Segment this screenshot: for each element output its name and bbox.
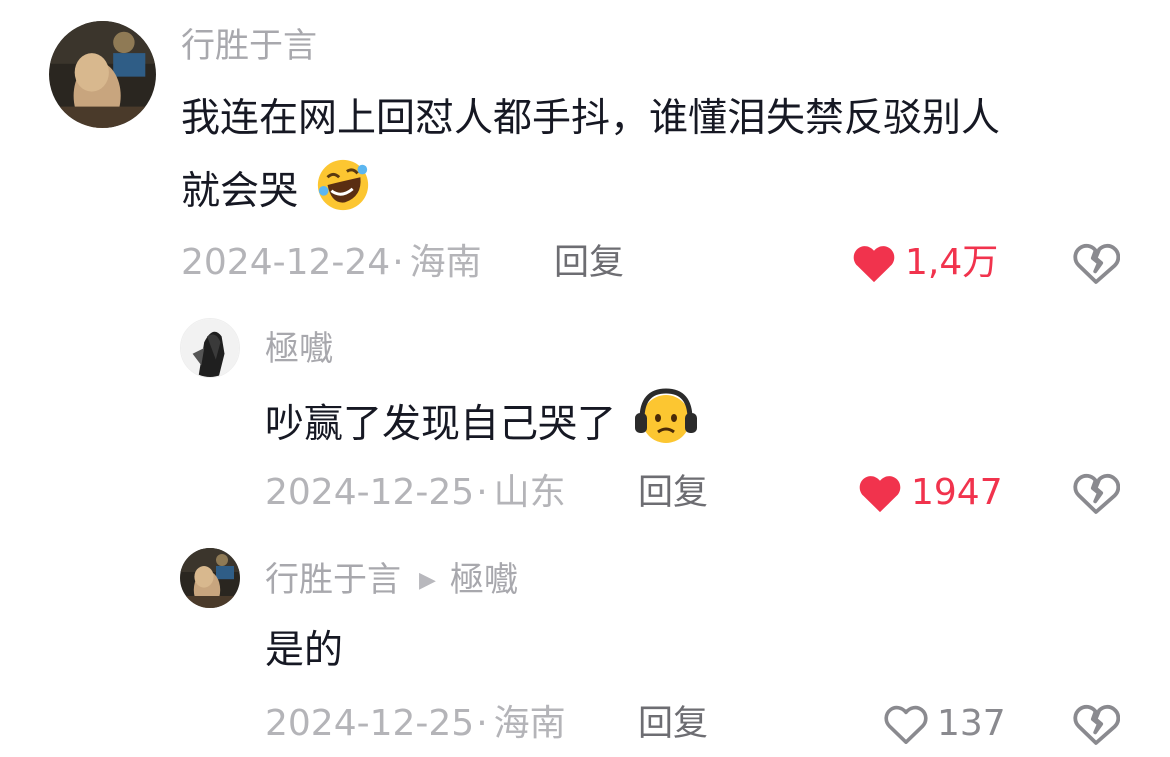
separator-dot: ·	[476, 472, 488, 513]
comment-meta: 2024-12-25· 海南	[265, 702, 566, 746]
comment-meta: 2024-12-24· 海南	[181, 241, 482, 285]
comment-location: 海南	[409, 242, 482, 283]
separator-dot: ·	[392, 242, 404, 283]
separator-dot: ·	[476, 703, 488, 744]
username[interactable]: 極嚱	[265, 329, 333, 369]
reply-author[interactable]: 行胜于言	[265, 560, 401, 600]
heart-outline-icon	[884, 705, 928, 744]
comment-meta: 2024-12-25· 山东	[265, 471, 566, 515]
broken-heart-icon	[1073, 704, 1121, 745]
reply-button[interactable]: 回复	[638, 702, 708, 746]
comment-location: 海南	[493, 703, 566, 744]
like-count: 1,4万	[905, 242, 999, 283]
avatar[interactable]	[49, 21, 156, 128]
avatar[interactable]	[180, 548, 240, 608]
username: 行胜于言 ▶ 極嚱	[265, 560, 518, 601]
avatar[interactable]	[180, 318, 240, 378]
comment-date: 2024-12-25	[265, 703, 475, 744]
comment-date: 2024-12-24	[181, 242, 391, 283]
comment-text-line: 我连在网上回怼人都手抖，谁懂泪失禁反驳别人	[181, 96, 1001, 141]
like-button[interactable]: 137	[883, 702, 1006, 746]
reply-button[interactable]: 回复	[638, 471, 708, 515]
comment-text-line: 吵赢了发现自己哭了	[265, 402, 617, 447]
rolling-on-floor-laughing-emoji	[314, 156, 372, 235]
comment-text: 就会哭	[181, 156, 372, 235]
dislike-button[interactable]	[1072, 241, 1121, 285]
broken-heart-icon	[1073, 473, 1121, 514]
comment-text-line: 就会哭	[181, 169, 299, 214]
like-count: 137	[937, 703, 1006, 744]
username[interactable]: 行胜于言	[181, 26, 317, 66]
comment-text-line: 是的	[265, 628, 344, 673]
like-button[interactable]: 1947	[857, 471, 1003, 515]
comment-date: 2024-12-25	[265, 472, 475, 513]
comment-text: 我连在网上回怼人都手抖，谁懂泪失禁反驳别人	[181, 86, 1000, 152]
like-button[interactable]: 1,4万	[851, 241, 998, 285]
dislike-button[interactable]	[1072, 702, 1121, 746]
heart-filled-icon	[853, 246, 895, 283]
reply-button[interactable]: 回复	[554, 241, 624, 285]
comment-location: 山东	[493, 472, 566, 513]
reply-arrow-icon: ▶	[419, 568, 436, 593]
broken-heart-icon	[1073, 243, 1121, 284]
headphones-sad-face-emoji	[632, 385, 700, 468]
like-count: 1947	[911, 472, 1003, 513]
comment-text: 是的	[265, 618, 343, 684]
heart-filled-icon	[859, 476, 901, 513]
reply-target[interactable]: 極嚱	[450, 560, 518, 600]
comment-text: 吵赢了发现自己哭了	[265, 385, 700, 468]
dislike-button[interactable]	[1072, 471, 1121, 515]
